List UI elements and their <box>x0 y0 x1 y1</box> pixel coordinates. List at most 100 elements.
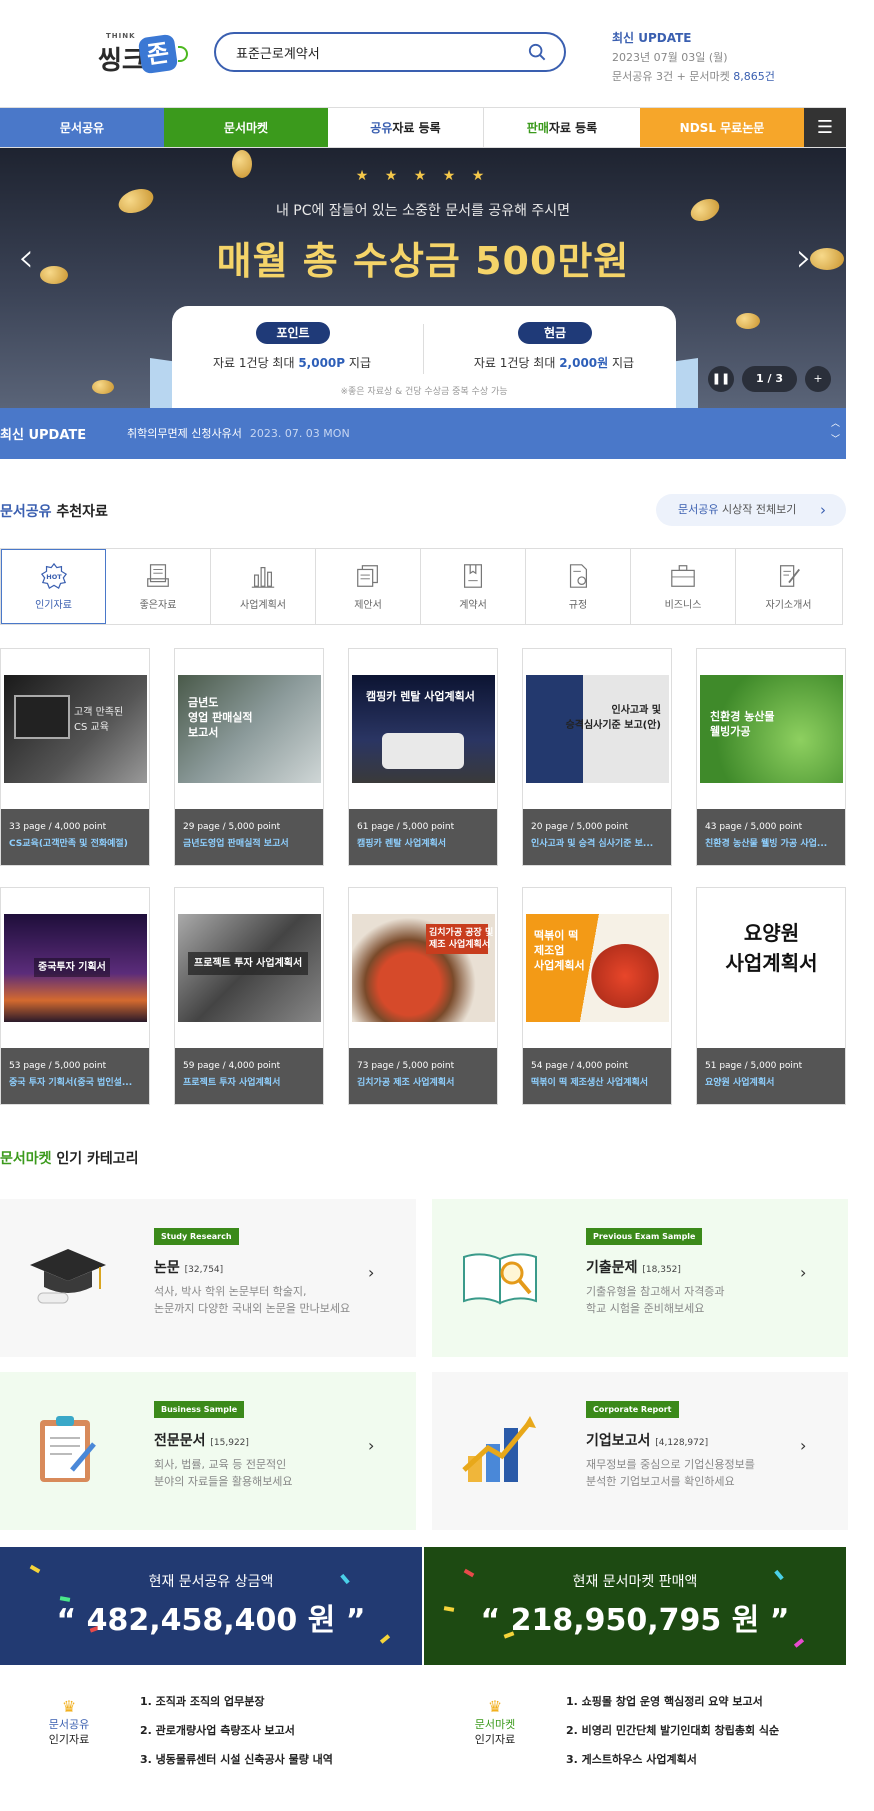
market-card-thesis[interactable]: Study Research 논문 [32,754] 석사, 박사 학위 논문부… <box>0 1199 416 1357</box>
hamburger-icon[interactable]: ☰ <box>804 108 846 147</box>
hero-banner[interactable]: ★ ★ ★ ★ ★ 내 PC에 잠들어 있는 소중한 문서를 공유해 주시면 매… <box>0 148 846 408</box>
confetti-decoration <box>793 1638 805 1648</box>
banner-subtitle: 내 PC에 잠들어 있는 소중한 문서를 공유해 주시면 <box>275 203 571 219</box>
doc-thumbnail: 중국투자 기획서 <box>4 914 147 1022</box>
pause-icon[interactable]: ❚❚ <box>708 366 734 392</box>
market-card-corporate[interactable]: Corporate Report 기업보고서 [4,128,972] 재무정보를… <box>432 1372 848 1530</box>
list-item[interactable]: 3. 게스트하우스 사업계획서 <box>566 1751 779 1767</box>
doc-name: 프로젝트 투자 사업계획서 <box>183 1078 281 1088</box>
doc-card[interactable]: 떡볶이 떡 제조업 사업계획서 54 page / 4,000 point 떡볶이… <box>522 887 672 1105</box>
doc-thumb-text: 캠핑카 렌탈 사업계획서 <box>366 690 475 703</box>
cash-reward-text: 자료 1건당 최대 2,000원 지급 <box>444 354 664 371</box>
doc-thumb-text: 인사고과 및 승격심사기준 보고(안) <box>565 705 661 731</box>
ticker-updown-icon[interactable]: ︿ ﹀ <box>831 416 840 448</box>
market-desc: 기출유형을 참고해서 자격증과 학교 시험을 준비해보세요 <box>586 1283 796 1317</box>
market-name-text: 기출문제 <box>586 1260 638 1276</box>
plus-icon[interactable]: + <box>804 366 831 392</box>
list-item[interactable]: 2. 관로개량사업 측량조사 보고서 <box>140 1722 333 1738</box>
market-card-professional[interactable]: Business Sample 전문문서 [15,922] 회사, 법률, 교육… <box>0 1372 416 1530</box>
banner-next-icon[interactable]: › <box>796 238 812 278</box>
cash-text-b: 2,000원 <box>559 356 609 370</box>
doc-card[interactable]: 고객 만족된 CS 교육 33 page / 4,000 point CS교육(고… <box>0 648 150 866</box>
doc-card[interactable]: 요양원 사업계획서 51 page / 5,000 point 요양원 사업계획서 <box>696 887 846 1105</box>
share-prize-label: 현재 문서공유 상금액 <box>148 1574 274 1590</box>
tab-contract[interactable]: 계약서 <box>421 549 526 624</box>
hot-badge-icon: HOT <box>40 562 67 590</box>
doc-card[interactable]: 금년도 영업 판매실적 보고서 29 page / 5,000 point 금년도… <box>174 648 324 866</box>
search-input[interactable] <box>236 42 516 62</box>
doc-info: 53 page / 5,000 point 중국 투자 기획서(중국 법인설... <box>1 1048 149 1104</box>
doc-card[interactable]: 캠핑카 렌탈 사업계획서 61 page / 5,000 point 캠핑카 렌탈… <box>348 648 498 866</box>
update-count-prefix: 문서공유 3건 + 문서마켓 <box>612 70 734 83</box>
site-logo[interactable]: THINK 씽크 존 <box>98 32 188 78</box>
tab-label: 계약서 <box>459 600 487 611</box>
doc-thumb-text: 떡볶이 떡 제조업 사업계획서 <box>534 929 585 972</box>
doc-card[interactable]: 인사고과 및 승격심사기준 보고(안) 20 page / 5,000 poin… <box>522 648 672 866</box>
chevron-right-icon: › <box>368 1436 375 1455</box>
tab-popular[interactable]: HOT 인기자료 <box>1 549 106 624</box>
tab-label: 인기자료 <box>35 600 72 611</box>
market-card-exam[interactable]: Previous Exam Sample 기출문제 [18,352] 기출유형을… <box>432 1199 848 1357</box>
tab-regulation[interactable]: 규정 <box>526 549 631 624</box>
nav-share-upload[interactable]: 공유 자료 등록 <box>328 108 484 147</box>
view-all-label: 시상작 전체보기 <box>718 503 797 516</box>
list-item[interactable]: 2. 비영리 민간단체 발기인대회 창립총회 식순 <box>566 1722 779 1738</box>
doc-name: 떡볶이 떡 제조생산 사업계획서 <box>531 1078 649 1088</box>
share-popular-items: 1. 조직과 조직의 업무분장 2. 관로개량사업 측량조사 보고서 3. 냉동… <box>140 1693 333 1780</box>
book-magnifier-icon <box>463 1253 537 1305</box>
list-item[interactable]: 1. 조직과 조직의 업무분장 <box>140 1693 333 1709</box>
list-item[interactable]: 3. 냉동물류센터 시설 신축공사 물량 내역 <box>140 1751 333 1767</box>
popular-label-accent: 문서마켓 <box>474 1718 516 1731</box>
market-desc-line: 분야의 자료들을 활용해보세요 <box>154 1475 293 1488</box>
tteokbokki-graphic <box>590 944 660 1008</box>
doc-name: 금년도영업 판매실적 보고서 <box>183 839 289 849</box>
search-icon[interactable] <box>528 43 546 61</box>
nav-doc-share[interactable]: 문서공유 <box>0 108 164 147</box>
nav-sell-upload-label: 자료 등록 <box>548 121 598 135</box>
market-desc: 석사, 박사 학위 논문부터 학술지, 논문까지 다양한 국내외 논문을 만나보세… <box>154 1283 364 1317</box>
point-reward-text: 자료 1건당 최대 5,000P 지급 <box>182 354 402 371</box>
banner-note: ※좋은 자료상 & 건당 수상금 중복 수상 가능 <box>340 387 508 397</box>
nav-ndsl-papers[interactable]: NDSL 무료논문 <box>640 108 804 147</box>
market-desc: 재무정보를 중심으로 기업신용정보를분석한 기업보고서를 확인하세요 <box>586 1456 796 1490</box>
market-name: 논문 [32,754] <box>154 1257 223 1277</box>
crown-icon: ♛ <box>487 1697 503 1716</box>
banner-prev-icon[interactable]: ‹ <box>18 238 34 278</box>
list-item[interactable]: 1. 쇼핑몰 창업 운영 핵심정리 요약 보고서 <box>566 1693 779 1709</box>
tab-good[interactable]: 좋은자료 <box>106 549 211 624</box>
market-popular-label: ♛ 문서마켓 인기자료 <box>460 1699 530 1747</box>
tab-self-intro[interactable]: 자기소개서 <box>736 549 841 624</box>
doc-name: CS교육(고객만족 및 전화예절) <box>9 839 128 849</box>
banner-page-indicator: 1 / 3 <box>742 366 797 392</box>
tab-business-plan[interactable]: 사업계획서 <box>211 549 316 624</box>
doc-meta: 54 page / 4,000 point <box>531 1061 629 1071</box>
doc-thumb-text: 김치가공 공장 및 제조 사업계획서 <box>426 924 493 954</box>
laptop-graphic <box>14 695 70 739</box>
doc-meta: 20 page / 5,000 point <box>531 822 629 832</box>
view-all-awards-button[interactable]: 문서공유 시상작 전체보기 › <box>656 494 846 526</box>
market-name-text: 기업보고서 <box>586 1433 651 1449</box>
ticker-item[interactable]: 취학의무면제 신청사유서 2023. 07. 03 MON <box>127 425 350 441</box>
doc-card[interactable]: 친환경 농산물 웰빙가공 43 page / 5,000 point 친환경 농산… <box>696 648 846 866</box>
market-desc: 회사, 법률, 교육 등 전문적인 분야의 자료들을 활용해보세요 <box>154 1456 364 1490</box>
point-pill: 포인트 <box>256 322 330 344</box>
nav-sell-upload[interactable]: 판매 자료 등록 <box>484 108 640 147</box>
market-desc-line: 분석한 기업보고서를 확인하세요 <box>586 1475 735 1488</box>
doc-card[interactable]: 김치가공 공장 및 제조 사업계획서 73 page / 5,000 point… <box>348 887 498 1105</box>
market-desc-line: 재무정보를 중심으로 기업신용정보를 <box>586 1458 755 1471</box>
doc-card[interactable]: 중국투자 기획서 53 page / 5,000 point 중국 투자 기획서(… <box>0 887 150 1105</box>
market-count: [18,352] <box>642 1265 681 1275</box>
doc-card[interactable]: 프로젝트 투자 사업계획서 59 page / 4,000 point 프로젝트 … <box>174 887 324 1105</box>
banner-headline: 매월 총 수상금 500만원 <box>216 239 630 283</box>
chevron-right-icon: › <box>800 1436 807 1455</box>
ticker-title: 최신 UPDATE <box>0 428 87 443</box>
nav-doc-market[interactable]: 문서마켓 <box>164 108 328 147</box>
tab-proposal[interactable]: 제안서 <box>316 549 421 624</box>
doc-thumbnail: 고객 만족된 CS 교육 <box>4 675 147 783</box>
doc-info: 61 page / 5,000 point 캠핑카 렌탈 사업계획서 <box>349 809 497 865</box>
point-text-a: 자료 1건당 최대 <box>213 356 299 370</box>
market-desc-line: 학교 시험을 준비해보세요 <box>586 1302 705 1315</box>
market-sales-total: 현재 문서마켓 판매액 “ 218,950,795 원 ” <box>424 1547 846 1665</box>
tab-business[interactable]: 비즈니스 <box>631 549 736 624</box>
doc-info: 54 page / 4,000 point 떡볶이 떡 제조생산 사업계획서 <box>523 1048 671 1104</box>
